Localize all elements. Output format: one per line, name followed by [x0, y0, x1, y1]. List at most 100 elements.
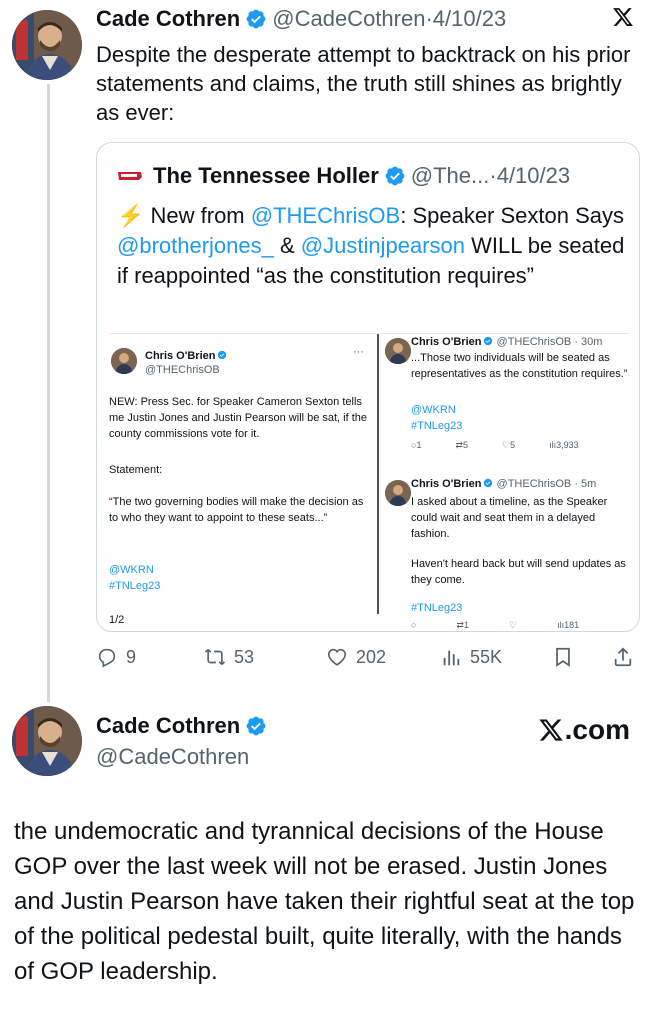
quoted-tweet-card[interactable]: The Tennessee Holler @The... · 4/10/23 ⚡… [96, 142, 640, 632]
tweet-action-bar: 9 53 202 55K [96, 642, 640, 672]
media-text: NEW: Press Sec. for Speaker Cameron Sext… [109, 396, 368, 440]
tweet-header: Cade Cothren [96, 713, 272, 739]
x-com-text: .com [564, 714, 630, 745]
verified-badge-icon [484, 336, 493, 346]
like-count: 202 [356, 646, 387, 667]
verified-badge-icon [218, 350, 227, 360]
media-author-handle: @THEChrisOB · 5m [496, 478, 597, 490]
media-author-name: Chris O'Brien @THEChrisOB · 5m [411, 478, 596, 490]
media-metrics-row: ○ 1 ⇄ 5 ♡ 5 ılı 3,933 [411, 440, 579, 451]
media-author-name-text: Chris O'Brien [411, 478, 482, 490]
mention-link[interactable]: @brotherjones_ [117, 233, 274, 258]
quote-text-part: : Speaker Sexton Says [400, 203, 625, 228]
author-name[interactable]: Cade Cothren [96, 6, 240, 32]
view-count: 55K [470, 646, 503, 667]
retweet-count: 5 [463, 440, 469, 450]
media-text: ...Those two individuals will be seated … [411, 352, 628, 380]
retweet-icon [204, 648, 226, 666]
quote-text-part: & [273, 233, 301, 258]
separator-dot: · [489, 163, 497, 188]
retweet-icon: ⇄ [455, 440, 463, 450]
mention-link[interactable]: @Justinjpearson [301, 233, 465, 258]
media-left-panel: Chris O'Brien @THEChrisOB ··· NEW: Press… [109, 334, 371, 629]
view-count: 181 [564, 620, 580, 629]
media-link: #TNLeg23 [411, 420, 463, 432]
quote-text-prefix: ⚡️ New from [117, 203, 251, 228]
media-text: Statement: [109, 464, 163, 476]
reply-count: 9 [126, 646, 137, 667]
avatar[interactable] [12, 706, 82, 776]
verified-badge-icon [484, 478, 493, 488]
media-metrics-row: ○ ⇄ 1 ♡ ılı 181 [411, 620, 579, 629]
like-button[interactable]: 202 [326, 642, 386, 672]
media-right-panel: Chris O'Brien @THEChrisOB · 30m ...Those… [385, 334, 629, 629]
reply-icon [98, 648, 116, 668]
like-icon: ♡ [502, 440, 511, 450]
media-link: @WKRN [109, 564, 154, 576]
avatar-photo-icon [111, 348, 137, 374]
avatar-photo-icon [12, 10, 82, 80]
separator-dot: · [425, 6, 433, 31]
views-icon [443, 650, 460, 666]
share-icon [614, 647, 632, 667]
media-author-name-text: Chris O'Brien [145, 350, 216, 362]
views-icon: ılı [549, 440, 557, 450]
reply-icon: ○ [411, 620, 417, 629]
avatar-photo-icon [385, 480, 411, 506]
quoted-tweet-date[interactable]: 4/10/23 [497, 163, 570, 189]
tweet-date[interactable]: 4/10/23 [433, 6, 506, 32]
avatar [385, 338, 411, 364]
avatar[interactable] [12, 10, 82, 80]
like-icon [327, 648, 347, 666]
retweet-button[interactable]: 53 [204, 642, 254, 672]
retweet-icon: ⇄ [456, 620, 464, 629]
media-page-indicator: 1/2 [109, 614, 125, 626]
verified-badge-icon [385, 166, 405, 186]
media-author-name-text: Chris O'Brien [411, 336, 482, 348]
media-author-handle: @THEChrisOB [145, 364, 220, 376]
media-author-handle: @THEChrisOB · 30m [496, 336, 603, 348]
like-icon: ♡ [509, 620, 518, 629]
quoted-tweet-header: The Tennessee Holler @The... · 4/10/23 [117, 163, 570, 189]
x-com-watermark: .com [538, 714, 630, 746]
x-logo-icon [538, 719, 563, 741]
like-count: 5 [510, 440, 516, 450]
more-options-icon: ··· [353, 346, 364, 358]
media-link: #TNLeg23 [411, 602, 463, 614]
quoted-author-name[interactable]: The Tennessee Holler [153, 163, 379, 189]
media-text: I asked about a timeline, as the Speaker… [411, 496, 608, 540]
media-link: #TNLeg23 [109, 580, 161, 592]
avatar [385, 480, 411, 506]
avatar [111, 348, 137, 374]
share-button[interactable] [612, 642, 634, 672]
view-count: 3,933 [556, 440, 579, 450]
author-name[interactable]: Cade Cothren [96, 713, 240, 739]
x-logo-icon [613, 8, 633, 26]
mention-link[interactable]: @THEChrisOB [251, 203, 400, 228]
views-button[interactable]: 55K [440, 642, 502, 672]
quoted-author-handle[interactable]: @The... [411, 163, 490, 189]
verified-badge-icon [246, 9, 266, 29]
views-icon: ılı [557, 620, 565, 629]
bookmark-button[interactable] [552, 642, 574, 672]
tweet-text: Despite the desperate attempt to backtra… [96, 42, 631, 125]
media-text: “The two governing bodies will make the … [109, 496, 364, 524]
media-author-name: Chris O'Brien [145, 350, 227, 362]
thread-connector-line [47, 84, 50, 702]
quoted-media-image[interactable]: Chris O'Brien @THEChrisOB ··· NEW: Press… [109, 333, 629, 629]
media-author-name: Chris O'Brien @THEChrisOB · 30m [411, 336, 602, 348]
reply-count: 1 [416, 440, 422, 450]
quoted-tweet-text: ⚡️ New from @THEChrisOB: Speaker Sexton … [117, 201, 627, 291]
avatar-photo-icon [385, 338, 411, 364]
media-text: Haven't heard back but will send updates… [411, 558, 626, 586]
bookmark-icon [556, 647, 570, 667]
retweet-count: 53 [234, 646, 255, 667]
avatar-photo-icon [12, 706, 82, 776]
author-handle[interactable]: @CadeCothren [272, 6, 425, 32]
media-link: @WKRN [411, 404, 456, 416]
tennessee-holler-logo [118, 172, 142, 180]
media-divider [377, 334, 379, 614]
verified-badge-icon [246, 716, 266, 736]
reply-button[interactable]: 9 [96, 642, 136, 672]
author-handle[interactable]: @CadeCothren [96, 744, 249, 770]
